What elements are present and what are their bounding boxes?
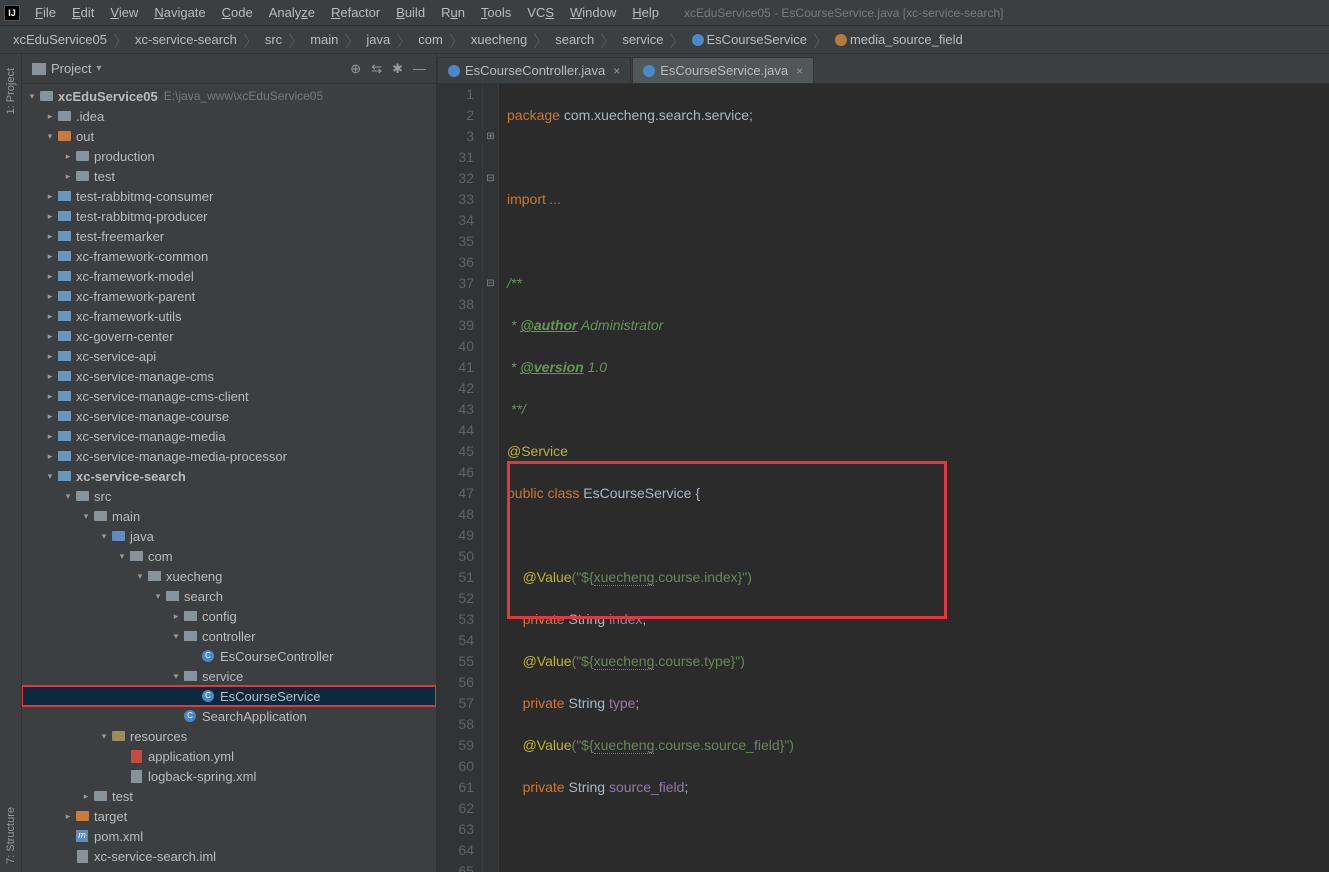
tree-mod[interactable]: xc-service-manage-media bbox=[22, 426, 436, 446]
tree-mod[interactable]: test-rabbitmq-producer bbox=[22, 206, 436, 226]
crumb-com[interactable]: com bbox=[413, 30, 448, 49]
tree-main[interactable]: main bbox=[22, 506, 436, 526]
tree-controller[interactable]: controller bbox=[22, 626, 436, 646]
tree-idea[interactable]: .idea bbox=[22, 106, 436, 126]
main-menu: File Edit View Navigate Code Analyze Ref… bbox=[28, 3, 666, 22]
tree-mod[interactable]: xc-service-api bbox=[22, 346, 436, 366]
close-icon[interactable]: × bbox=[613, 64, 620, 78]
crumb-src[interactable]: src bbox=[260, 30, 287, 49]
tree-service[interactable]: service bbox=[22, 666, 436, 686]
tree-java[interactable]: java bbox=[22, 526, 436, 546]
collapse-icon[interactable]: ⇆ bbox=[371, 61, 382, 77]
crumb-main[interactable]: main bbox=[305, 30, 343, 49]
breadcrumb-bar: xcEduService05〉 xc-service-search〉 src〉 … bbox=[0, 26, 1329, 54]
tree-essvc[interactable]: CEsCourseService bbox=[22, 686, 436, 706]
menu-tools[interactable]: Tools bbox=[474, 3, 518, 22]
code-body[interactable]: package com.xuecheng.search.service; imp… bbox=[499, 84, 1192, 872]
menu-analyze[interactable]: Analyze bbox=[262, 3, 322, 22]
settings-icon[interactable]: ✱ bbox=[392, 61, 403, 77]
tree-pom[interactable]: mpom.xml bbox=[22, 826, 436, 846]
project-panel-header: Project ▾ ⊕ ⇆ ✱ — bbox=[22, 54, 436, 84]
fold-gutter[interactable]: ⊞ ⊟ ⊟ bbox=[483, 84, 499, 872]
crumb-field[interactable]: media_source_field bbox=[830, 30, 968, 49]
line-gutter: 1 2 3 31 32 33 34 35 36 37 38 39 40 41 4… bbox=[437, 84, 483, 872]
view-mode-dropdown[interactable]: ▾ bbox=[96, 63, 101, 74]
tree-production[interactable]: production bbox=[22, 146, 436, 166]
tree-mod[interactable]: xc-service-manage-cms bbox=[22, 366, 436, 386]
tree-test[interactable]: test bbox=[22, 166, 436, 186]
menu-code[interactable]: Code bbox=[215, 3, 260, 22]
app-icon: IJ bbox=[4, 5, 20, 21]
panel-title-icon bbox=[32, 63, 46, 75]
toolwin-project[interactable]: 1: Project bbox=[5, 68, 17, 114]
crumb-search[interactable]: search bbox=[550, 30, 599, 49]
crumb-class[interactable]: EsCourseService bbox=[687, 30, 812, 49]
tree-config[interactable]: config bbox=[22, 606, 436, 626]
menu-edit[interactable]: Edit bbox=[65, 3, 101, 22]
class-icon bbox=[692, 34, 704, 46]
tree-test2[interactable]: test bbox=[22, 786, 436, 806]
tree-com[interactable]: com bbox=[22, 546, 436, 566]
tree-src[interactable]: src bbox=[22, 486, 436, 506]
tree-xuecheng[interactable]: xuecheng bbox=[22, 566, 436, 586]
project-tool-window: Project ▾ ⊕ ⇆ ✱ — xcEduService05 E:\java… bbox=[22, 54, 437, 872]
crumb-java[interactable]: java bbox=[361, 30, 395, 49]
hide-icon[interactable]: — bbox=[413, 61, 426, 77]
toolwin-structure[interactable]: 7: Structure bbox=[5, 807, 17, 864]
project-tree[interactable]: xcEduService05 E:\java_www\xcEduService0… bbox=[22, 84, 436, 872]
editor-tabs: EsCourseController.java × EsCourseServic… bbox=[437, 54, 1329, 84]
tree-mod[interactable]: test-rabbitmq-consumer bbox=[22, 186, 436, 206]
tree-root[interactable]: xcEduService05 E:\java_www\xcEduService0… bbox=[22, 86, 436, 106]
menu-navigate[interactable]: Navigate bbox=[147, 3, 212, 22]
tree-out[interactable]: out bbox=[22, 126, 436, 146]
field-icon bbox=[835, 34, 847, 46]
editor-area: EsCourseController.java × EsCourseServic… bbox=[437, 54, 1329, 872]
tree-mod[interactable]: xc-framework-common bbox=[22, 246, 436, 266]
tree-searchapp[interactable]: CSearchApplication bbox=[22, 706, 436, 726]
panel-title[interactable]: Project bbox=[51, 61, 91, 76]
tree-mod[interactable]: test-freemarker bbox=[22, 226, 436, 246]
tree-logback[interactable]: logback-spring.xml bbox=[22, 766, 436, 786]
tab-esservice[interactable]: EsCourseService.java × bbox=[632, 57, 814, 83]
menu-view[interactable]: View bbox=[103, 3, 145, 22]
tree-appyml[interactable]: application.yml bbox=[22, 746, 436, 766]
tab-escontroller[interactable]: EsCourseController.java × bbox=[437, 57, 631, 83]
code-editor[interactable]: 1 2 3 31 32 33 34 35 36 37 38 39 40 41 4… bbox=[437, 84, 1329, 872]
tree-mod[interactable]: xc-framework-utils bbox=[22, 306, 436, 326]
menu-build[interactable]: Build bbox=[389, 3, 432, 22]
crumb-module[interactable]: xc-service-search bbox=[130, 30, 242, 49]
tree-mod[interactable]: xc-service-manage-course bbox=[22, 406, 436, 426]
crumb-xuecheng[interactable]: xuecheng bbox=[466, 30, 532, 49]
tree-mod[interactable]: xc-govern-center bbox=[22, 326, 436, 346]
tree-mod[interactable]: xc-framework-parent bbox=[22, 286, 436, 306]
crumb-root[interactable]: xcEduService05 bbox=[8, 30, 112, 49]
crumb-service[interactable]: service bbox=[617, 30, 668, 49]
menu-file[interactable]: File bbox=[28, 3, 63, 22]
tree-search-pkg[interactable]: search bbox=[22, 586, 436, 606]
menu-refactor[interactable]: Refactor bbox=[324, 3, 387, 22]
menu-help[interactable]: Help bbox=[625, 3, 666, 22]
title-bar: IJ File Edit View Navigate Code Analyze … bbox=[0, 0, 1329, 26]
tree-search-mod[interactable]: xc-service-search bbox=[22, 466, 436, 486]
class-icon bbox=[448, 65, 460, 77]
tree-mod[interactable]: xc-framework-model bbox=[22, 266, 436, 286]
tree-resources[interactable]: resources bbox=[22, 726, 436, 746]
locate-icon[interactable]: ⊕ bbox=[350, 61, 361, 77]
tree-mod[interactable]: xc-service-manage-media-processor bbox=[22, 446, 436, 466]
tool-window-stripe: 1: Project 7: Structure bbox=[0, 54, 22, 872]
menu-vcs[interactable]: VCS bbox=[520, 3, 561, 22]
tree-mod[interactable]: xc-service-manage-cms-client bbox=[22, 386, 436, 406]
tree-esctrl[interactable]: CEsCourseController bbox=[22, 646, 436, 666]
class-icon bbox=[643, 65, 655, 77]
menu-run[interactable]: Run bbox=[434, 3, 472, 22]
window-title: xcEduService05 - EsCourseService.java [x… bbox=[684, 6, 1003, 20]
menu-window[interactable]: Window bbox=[563, 3, 623, 22]
tree-iml[interactable]: xc-service-search.iml bbox=[22, 846, 436, 866]
tree-target[interactable]: target bbox=[22, 806, 436, 826]
close-icon[interactable]: × bbox=[796, 64, 803, 78]
